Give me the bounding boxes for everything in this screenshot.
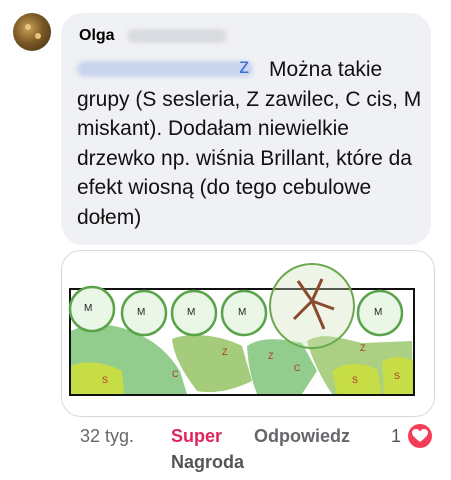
attached-image[interactable]: M M M M M Z C Z C S S Z S bbox=[61, 250, 435, 417]
plan-label: S bbox=[394, 371, 400, 381]
plan-label: M bbox=[137, 307, 145, 318]
plan-label: M bbox=[84, 303, 92, 314]
plan-label: S bbox=[352, 375, 358, 385]
avatar[interactable] bbox=[13, 13, 51, 51]
author-name-blurred bbox=[127, 29, 227, 43]
plan-label: M bbox=[238, 307, 246, 318]
plan-label: Z bbox=[268, 351, 274, 361]
reply-button[interactable]: Odpowiedz bbox=[254, 426, 350, 447]
comment-actions: 32 tyg. Super Nagroda Odpowiedz 1 bbox=[0, 424, 451, 474]
avatar-detail bbox=[25, 24, 31, 30]
comment-text-block: Można takie grupy (S sesleria, Z zawilec… bbox=[77, 55, 429, 232]
comment-time[interactable]: 32 tyg. bbox=[80, 426, 134, 447]
reaction-count[interactable]: 1 bbox=[391, 426, 401, 447]
plan-label: Z bbox=[222, 347, 228, 357]
avatar-detail bbox=[35, 33, 41, 39]
super-award-link-line2[interactable]: Nagroda bbox=[171, 452, 244, 473]
heart-reaction-icon[interactable] bbox=[408, 424, 432, 448]
plan-label: C bbox=[294, 363, 301, 373]
comment-bubble: Olga z Można takie grupy (S sesleria, Z … bbox=[61, 13, 431, 245]
plan-label: Z bbox=[360, 343, 366, 353]
comment-text: Można takie grupy (S sesleria, Z zawilec… bbox=[77, 58, 422, 229]
plan-label: M bbox=[187, 307, 195, 318]
plan-label: S bbox=[102, 375, 108, 385]
comment-author[interactable]: Olga bbox=[79, 27, 115, 45]
plan-label: C bbox=[172, 369, 179, 379]
super-award-link[interactable]: Super bbox=[171, 426, 222, 447]
plan-label: M bbox=[374, 307, 382, 318]
garden-plan-drawing: M M M M M Z C Z C S S Z S bbox=[68, 263, 415, 396]
